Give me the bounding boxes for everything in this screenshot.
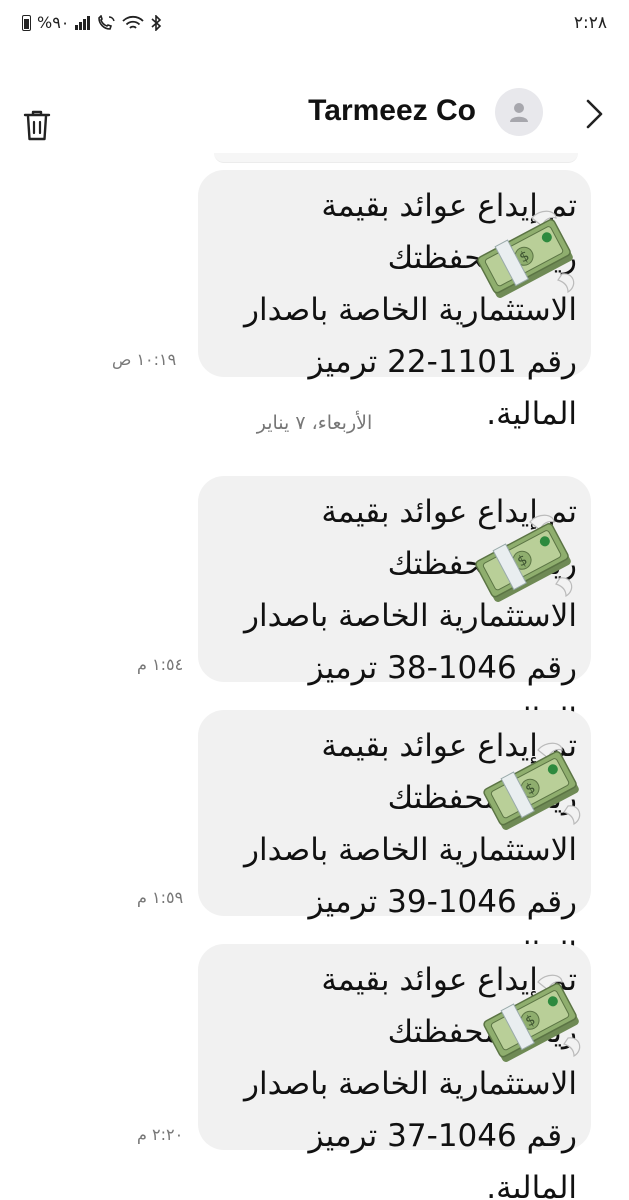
- message-bubble[interactable]: تم إيداع عوائد بقيمة ريال لمحفظتك الاستث…: [198, 170, 591, 432]
- previous-message-edge: [214, 153, 578, 163]
- message-time: ١٠:١٩ ص: [112, 350, 177, 369]
- message-bubble[interactable]: تم إيداع عوائد بقيمة ريال لمحفظتك الاستث…: [198, 476, 591, 738]
- message-bubble[interactable]: تم إيداع عوائد بقيمة ريال لمحفظتك الاستث…: [198, 944, 591, 1200]
- message-time: ١:٥٤ م: [137, 655, 184, 674]
- message-thread[interactable]: تم إيداع عوائد بقيمة ريال لمحفظتك الاستث…: [0, 0, 629, 1200]
- message-text: تم إيداع عوائد بقيمة ريال لمحفظتك الاستث…: [244, 962, 577, 1200]
- message-text: تم إيداع عوائد بقيمة ريال لمحفظتك الاستث…: [244, 188, 577, 432]
- message-text: تم إيداع عوائد بقيمة ريال لمحفظتك الاستث…: [244, 494, 577, 738]
- message-text: تم إيداع عوائد بقيمة ريال لمحفظتك الاستث…: [244, 728, 577, 972]
- message-time: ٢:٢٠ م: [137, 1125, 184, 1144]
- message-bubble[interactable]: تم إيداع عوائد بقيمة ريال لمحفظتك الاستث…: [198, 710, 591, 972]
- date-separator: الأربعاء، ٧ يناير: [256, 412, 373, 434]
- message-time: ١:٥٩ م: [137, 888, 184, 907]
